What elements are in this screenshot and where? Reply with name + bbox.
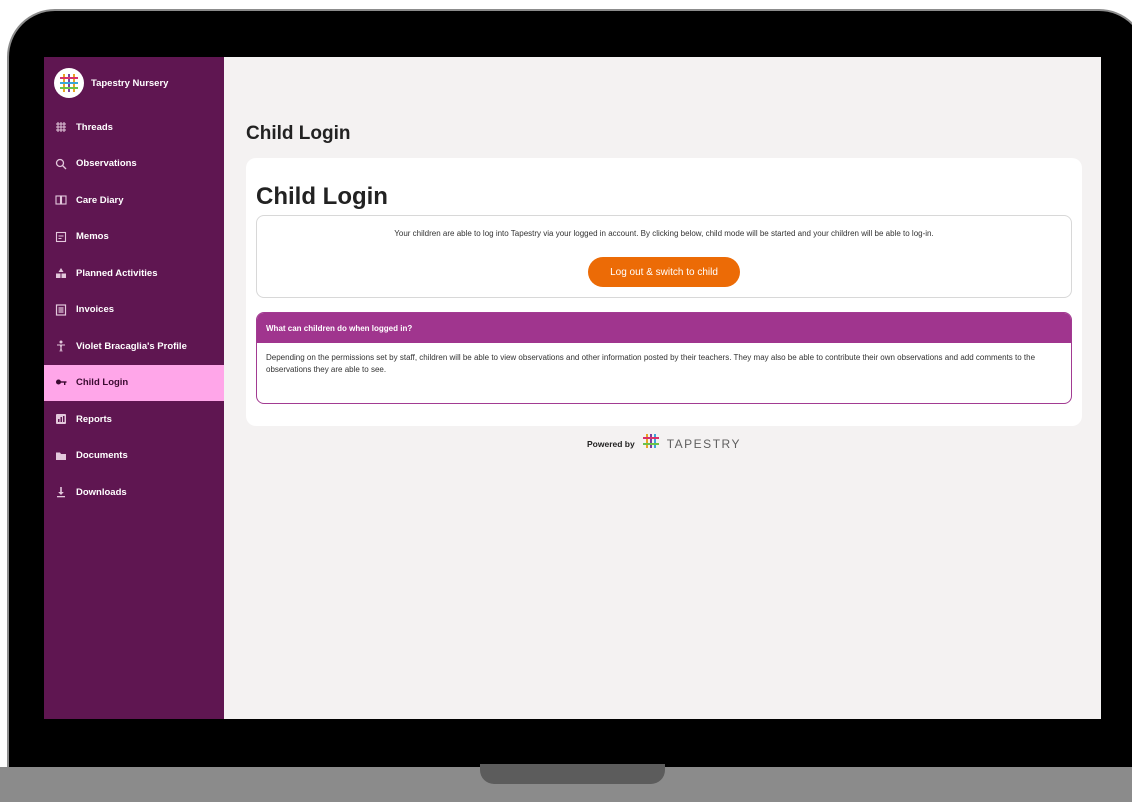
sidebar-item-care-diary[interactable]: Care Diary (44, 182, 224, 219)
download-icon (55, 486, 67, 498)
brand[interactable]: Tapestry Nursery (44, 57, 224, 109)
page-title: Child Login (246, 123, 351, 144)
sidebar-item-reports[interactable]: Reports (44, 401, 224, 438)
powered-by-brand[interactable]: TAPESTRY (667, 437, 741, 451)
sidebar-item-invoices[interactable]: Invoices (44, 292, 224, 329)
sidebar-item-profile[interactable]: Violet Bracaglia's Profile (44, 328, 224, 365)
sidebar-item-observations[interactable]: Observations (44, 146, 224, 183)
tapestry-logo-icon (54, 68, 84, 98)
switch-to-child-button[interactable]: Log out & switch to child (588, 257, 740, 287)
folder-icon (55, 450, 67, 462)
brand-name: Tapestry Nursery (91, 77, 169, 89)
sidebar-item-memos[interactable]: Memos (44, 219, 224, 256)
sidebar-item-planned-activities[interactable]: Planned Activities (44, 255, 224, 292)
sidebar-item-label: Planned Activities (76, 267, 158, 279)
info-text: Your children are able to log into Tapes… (394, 229, 934, 238)
tapestry-mark-icon (642, 434, 659, 453)
book-icon (55, 194, 67, 206)
sidebar-item-threads[interactable]: Threads (44, 109, 224, 146)
child-login-card: Child Login Your children are able to lo… (246, 158, 1082, 426)
faq-body: Depending on the permissions set by staf… (266, 353, 1036, 374)
info-box: Your children are able to log into Tapes… (256, 215, 1072, 298)
powered-by-label: Powered by (587, 438, 635, 449)
faq-header: What can children do when logged in? (257, 313, 1071, 343)
sidebar-item-downloads[interactable]: Downloads (44, 474, 224, 511)
report-icon (55, 413, 67, 425)
sidebar-item-label: Care Diary (76, 194, 124, 206)
sidebar-item-label: Downloads (76, 486, 127, 498)
threads-icon (55, 121, 67, 133)
invoice-icon (55, 304, 67, 316)
blocks-icon (55, 267, 67, 279)
sidebar-nav: Threads Observations Care Diary Memos Pl… (44, 109, 224, 511)
search-icon (55, 158, 67, 170)
sidebar-item-label: Documents (76, 450, 128, 462)
sidebar-item-label: Threads (76, 121, 113, 133)
powered-by: Powered by TAPESTRY (224, 434, 1101, 453)
sidebar-item-child-login[interactable]: Child Login (44, 364, 224, 401)
app-screen: Tapestry Nursery Threads Observations Ca… (44, 57, 1101, 719)
laptop-notch (480, 764, 665, 784)
sidebar-item-label: Violet Bracaglia's Profile (76, 340, 187, 352)
card-title: Child Login (256, 183, 388, 210)
person-icon (55, 340, 67, 352)
faq-panel: What can children do when logged in? Dep… (256, 312, 1072, 404)
key-icon (55, 377, 67, 389)
sidebar-item-documents[interactable]: Documents (44, 438, 224, 475)
sidebar-item-label: Reports (76, 413, 112, 425)
main-content: Child Login Child Login Your children ar… (224, 57, 1101, 719)
sidebar: Tapestry Nursery Threads Observations Ca… (44, 57, 224, 719)
sidebar-item-label: Child Login (76, 377, 129, 389)
sidebar-item-label: Invoices (76, 304, 115, 316)
sidebar-item-label: Observations (76, 158, 137, 170)
memo-icon (55, 231, 67, 243)
sidebar-item-label: Memos (76, 231, 109, 243)
